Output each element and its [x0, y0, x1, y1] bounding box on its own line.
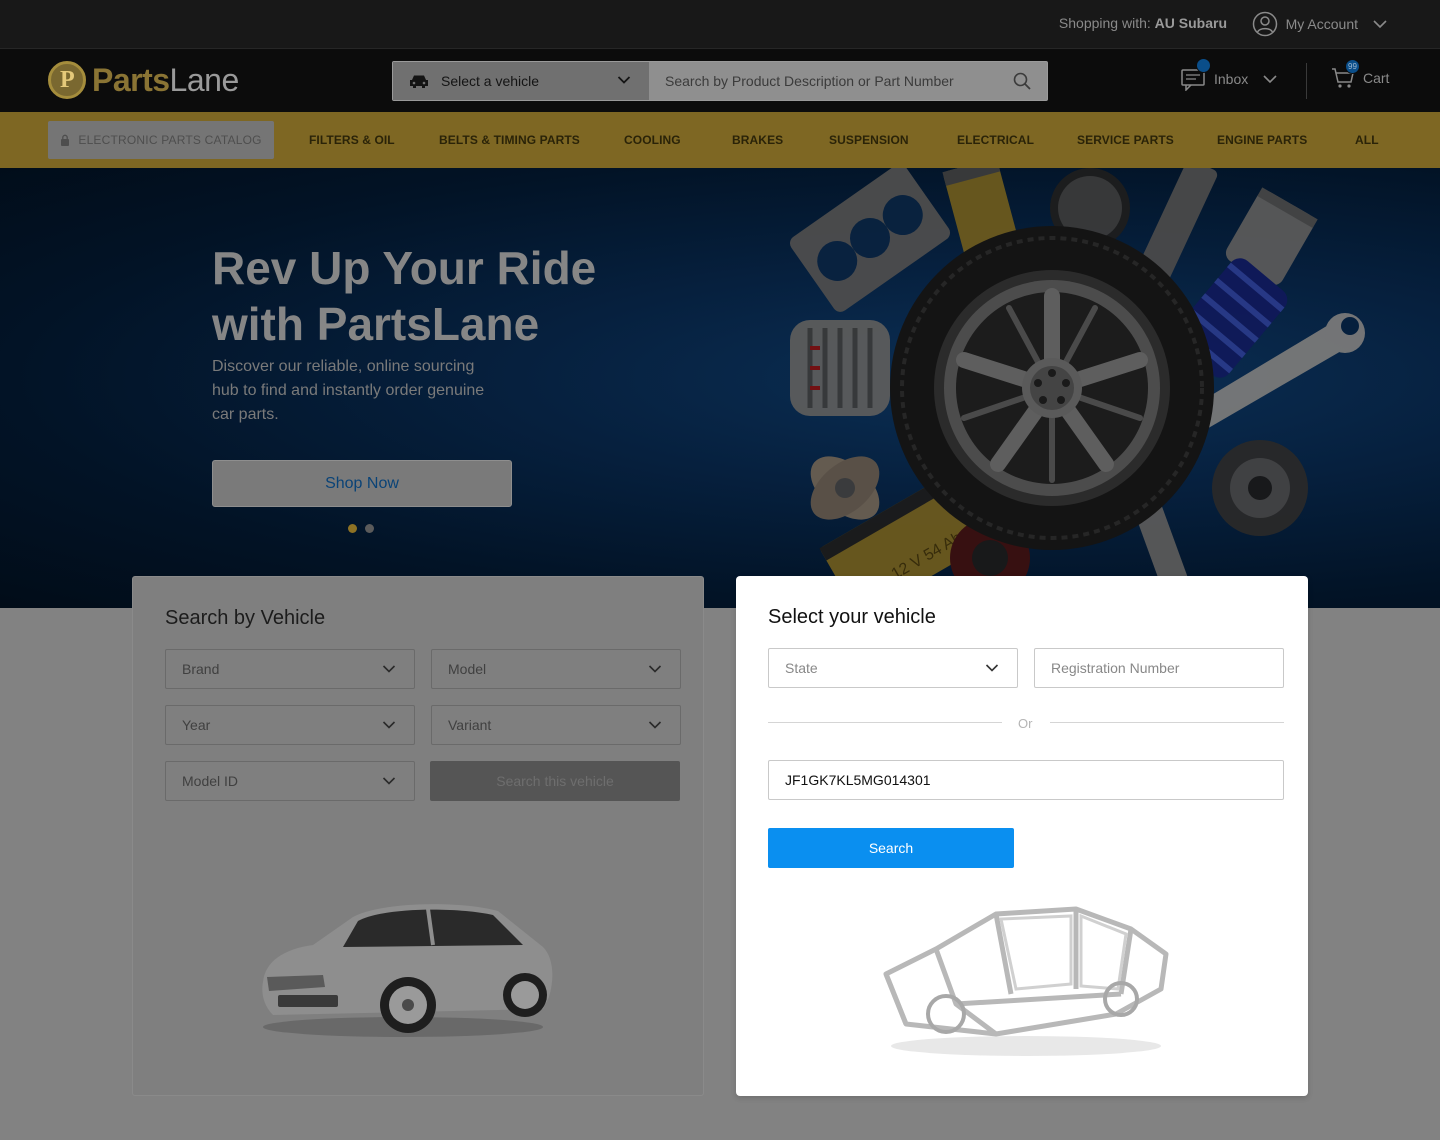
nav-engine-parts[interactable]: ENGINE PARTS	[1217, 133, 1307, 147]
nav-filters-oil[interactable]: FILTERS & OIL	[309, 133, 395, 147]
shopping-label: Shopping with:	[1058, 15, 1151, 31]
car-body-frame-illustration	[883, 906, 1169, 1056]
chevron-down-icon	[648, 665, 662, 673]
or-line-left	[768, 722, 1002, 723]
model-select[interactable]: Model	[431, 649, 681, 689]
partslane-logo[interactable]: PartsLane	[48, 61, 239, 99]
inbox-label: Inbox	[1214, 71, 1249, 87]
nav-electrical[interactable]: ELECTRICAL	[957, 133, 1034, 147]
select-vehicle-title: Select your vehicle	[768, 606, 936, 628]
chevron-down-icon	[985, 664, 999, 672]
header-search-bar: Select a vehicle Search by Product Descr…	[392, 61, 1048, 101]
car-parts-illustration: 12 V 54 Ah	[789, 168, 1365, 608]
cart-button[interactable]: 99 Cart	[1331, 59, 1390, 89]
year-select[interactable]: Year	[165, 705, 415, 745]
chevron-down-icon	[1263, 75, 1277, 84]
search-this-vehicle-button[interactable]: Search this vehicle	[430, 761, 680, 801]
car-icon	[410, 75, 428, 88]
logo-lane: Lane	[169, 61, 240, 98]
brand-select[interactable]: Brand	[165, 649, 415, 689]
nav-brakes[interactable]: BRAKES	[732, 133, 783, 147]
main-header: PartsLane Select a vehicle Search by Pro…	[0, 48, 1440, 112]
category-nav: ELECTRONIC PARTS CATALOG FILTERS & OIL B…	[0, 112, 1440, 168]
model-id-select[interactable]: Model ID	[165, 761, 415, 801]
logo-parts: Parts	[92, 61, 170, 98]
state-select[interactable]: State	[768, 648, 1018, 688]
nav-all[interactable]: ALL	[1355, 133, 1379, 147]
cart-badge: 99	[1345, 59, 1360, 74]
nav-service-parts[interactable]: SERVICE PARTS	[1077, 133, 1174, 147]
my-account-label: My Account	[1285, 16, 1358, 32]
or-line-right	[1050, 722, 1284, 723]
wheel-illustration	[890, 226, 1214, 550]
select-your-vehicle-card: Select your vehicle State Registration N…	[736, 576, 1308, 1096]
chevron-down-icon	[1373, 20, 1387, 29]
shopping-with: Shopping with: AU Subaru	[1059, 15, 1227, 31]
logo-mark-icon	[48, 61, 86, 99]
lock-icon	[61, 134, 70, 146]
chevron-down-icon	[617, 76, 631, 84]
model-id-placeholder: Model ID	[182, 773, 239, 789]
hero-title: Rev Up Your Ride with PartsLane	[212, 242, 597, 350]
electronic-parts-catalog-button[interactable]: ELECTRONIC PARTS CATALOG	[48, 121, 274, 159]
search-placeholder: Search by Product Description or Part Nu…	[665, 73, 954, 89]
search-by-vehicle-card: Search by Vehicle Brand Model Year Varia…	[132, 576, 704, 1096]
carousel-dot-1[interactable]	[348, 524, 357, 533]
logo-wordmark: PartsLane	[92, 62, 239, 99]
brand-placeholder: Brand	[182, 661, 220, 677]
nav-belts-timing[interactable]: BELTS & TIMING PARTS	[439, 133, 580, 147]
shopping-brand: AU Subaru	[1154, 15, 1227, 31]
vin-value: JF1GK7KL5MG014301	[785, 772, 931, 788]
year-placeholder: Year	[182, 717, 211, 733]
state-placeholder: State	[785, 660, 818, 676]
or-label: Or	[1018, 716, 1033, 731]
vin-search-button[interactable]: Search	[768, 828, 1014, 868]
variant-select[interactable]: Variant	[431, 705, 681, 745]
or-separator: Or	[768, 716, 1284, 731]
hero-banner: Rev Up Your Ride with PartsLane Discover…	[0, 168, 1440, 608]
top-bar: Shopping with: AU Subaru My Account	[0, 0, 1440, 48]
registration-placeholder: Registration Number	[1051, 660, 1180, 676]
select-vehicle-dropdown[interactable]: Select a vehicle	[393, 62, 649, 100]
nav-cooling[interactable]: COOLING	[624, 133, 681, 147]
hero-description: Discover our reliable, online sourcing h…	[212, 358, 485, 423]
product-search-input[interactable]: Search by Product Description or Part Nu…	[649, 62, 1047, 100]
chevron-down-icon	[648, 721, 662, 729]
chevron-down-icon	[382, 777, 396, 785]
carousel-dot-2[interactable]	[365, 524, 374, 533]
chevron-down-icon	[382, 665, 396, 673]
user-circle-icon	[1252, 11, 1277, 37]
carousel-dots	[348, 524, 374, 533]
catalog-label: ELECTRONIC PARTS CATALOG	[78, 133, 262, 147]
cart-label: Cart	[1363, 70, 1390, 86]
select-vehicle-label: Select a vehicle	[441, 73, 540, 89]
registration-number-input[interactable]: Registration Number	[1034, 648, 1284, 688]
search-icon[interactable]	[1013, 72, 1031, 90]
inbox-menu[interactable]: Inbox	[1180, 58, 1278, 91]
my-account-menu[interactable]: My Account	[1252, 11, 1388, 37]
model-placeholder: Model	[448, 661, 487, 677]
chevron-down-icon	[382, 721, 396, 729]
nav-suspension[interactable]: SUSPENSION	[829, 133, 909, 147]
variant-placeholder: Variant	[448, 717, 492, 733]
vin-input[interactable]: JF1GK7KL5MG014301	[768, 760, 1284, 800]
shop-now-button[interactable]: Shop Now	[212, 460, 512, 507]
inbox-badge	[1196, 58, 1211, 73]
header-divider	[1306, 63, 1307, 99]
search-by-vehicle-title: Search by Vehicle	[165, 607, 326, 629]
car-illustration	[262, 904, 553, 1037]
